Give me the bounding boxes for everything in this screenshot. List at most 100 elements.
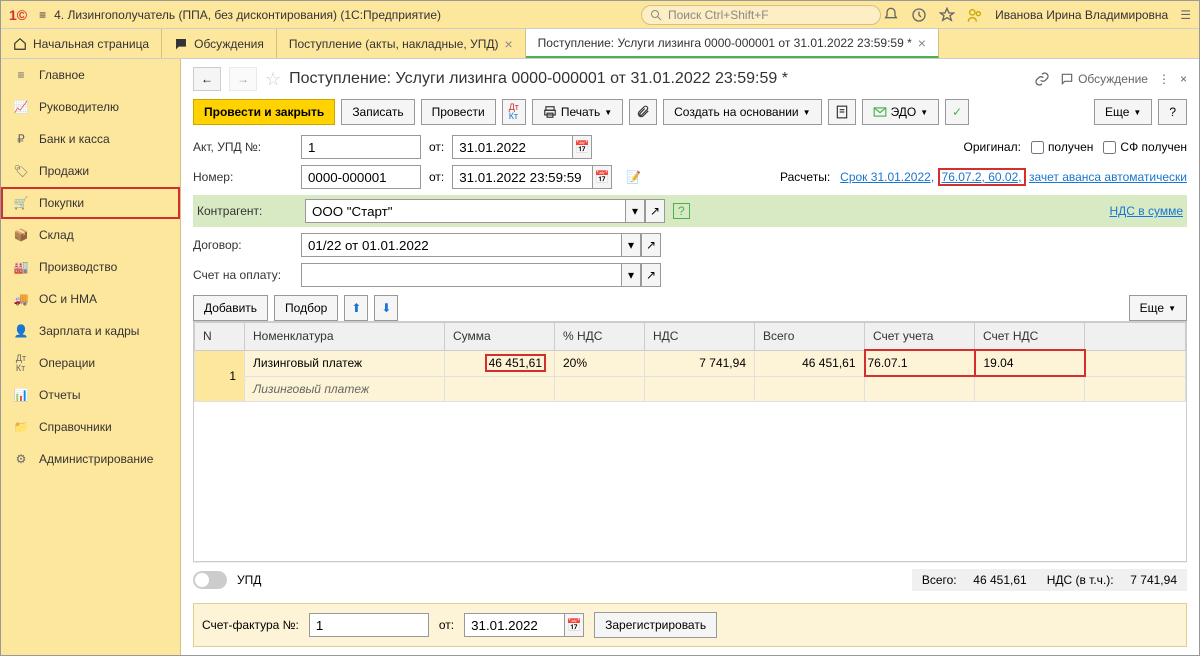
favorite-star-icon[interactable]: ☆ — [265, 69, 281, 90]
sidebar-item-main[interactable]: ≡Главное — [1, 59, 180, 91]
link-icon[interactable] — [1034, 71, 1050, 87]
col-total[interactable]: Всего — [755, 323, 865, 351]
row-nomen[interactable]: Лизинговый платеж — [245, 350, 445, 376]
help-button[interactable]: ? — [1158, 99, 1187, 125]
nav-back-button[interactable]: ← — [193, 67, 221, 91]
register-button[interactable]: Зарегистрировать — [594, 612, 717, 638]
dtkt-button[interactable]: ДтКт — [502, 99, 526, 125]
row-vat-pct[interactable]: 20% — [555, 350, 645, 376]
nds-link[interactable]: НДС в сумме — [1109, 204, 1183, 218]
col-nomen[interactable]: Номенклатура — [245, 323, 445, 351]
report-button[interactable] — [828, 99, 856, 125]
sf-received-checkbox[interactable]: СФ получен — [1103, 140, 1187, 154]
col-n[interactable]: N — [195, 323, 245, 351]
calendar-icon[interactable]: 📅 — [572, 135, 592, 159]
sidebar-item-hr[interactable]: 👤Зарплата и кадры — [1, 315, 180, 347]
close-doc-icon[interactable]: × — [1180, 72, 1187, 86]
sidebar-item-directories[interactable]: 📁Справочники — [1, 411, 180, 443]
table-more-button[interactable]: Еще▼ — [1129, 295, 1187, 321]
sidebar-item-assets[interactable]: 🚚ОС и НМА — [1, 283, 180, 315]
nav-forward-button[interactable]: → — [229, 67, 257, 91]
table-row[interactable]: 1 Лизинговый платеж 46 451,61 20% 7 741,… — [195, 350, 1186, 376]
calendar-icon[interactable]: 📅 — [592, 165, 612, 189]
more-menu-icon[interactable]: ⋮ — [1158, 72, 1170, 86]
calendar-icon[interactable]: 📅 — [564, 613, 584, 637]
col-vat[interactable]: НДС — [645, 323, 755, 351]
act-no-input[interactable] — [301, 135, 421, 159]
col-vat-acc[interactable]: Счет НДС — [975, 323, 1085, 351]
check-button[interactable]: ✓ — [945, 99, 969, 125]
kontragent-input[interactable] — [305, 199, 625, 223]
print-button[interactable]: Печать▼ — [532, 99, 623, 125]
user-menu-icon[interactable]: ☰ — [1180, 8, 1191, 22]
number-input[interactable] — [301, 165, 421, 189]
tab-current-doc[interactable]: Поступление: Услуги лизинга 0000-000001 … — [526, 29, 939, 58]
edo-button[interactable]: ЭДО▼ — [862, 99, 940, 125]
open-icon[interactable]: ↗ — [641, 263, 661, 287]
users-icon[interactable] — [967, 7, 983, 23]
green-edit-icon[interactable]: 📝 — [626, 170, 641, 184]
received-checkbox[interactable]: получен — [1031, 140, 1093, 154]
original-label: Оригинал: — [964, 140, 1021, 154]
act-date-input[interactable]: 📅 — [452, 135, 592, 159]
row-acc[interactable]: 76.07.1 — [865, 350, 975, 376]
user-name[interactable]: Иванова Ирина Владимировна — [995, 8, 1168, 22]
upd-toggle[interactable] — [193, 571, 227, 589]
star-icon[interactable] — [939, 7, 955, 23]
act-label: Акт, УПД №: — [193, 140, 293, 154]
history-icon[interactable] — [911, 7, 927, 23]
invoice-no-input[interactable] — [309, 613, 429, 637]
discuss-button[interactable]: Обсуждение — [1060, 72, 1148, 86]
table-row-sub[interactable]: Лизинговый платеж — [195, 376, 1186, 401]
open-icon[interactable]: ↗ — [645, 199, 665, 223]
dogovor-input[interactable] — [301, 233, 621, 257]
post-close-button[interactable]: Провести и закрыть — [193, 99, 335, 125]
tab-home[interactable]: Начальная страница — [1, 29, 162, 58]
tab-discussions[interactable]: Обсуждения — [162, 29, 277, 58]
dropdown-icon[interactable]: ▾ — [621, 233, 641, 257]
close-icon[interactable]: × — [504, 36, 512, 52]
sidebar-item-purchases[interactable]: 🛒Покупки — [1, 187, 180, 219]
invoice-date-input[interactable]: 📅 — [464, 613, 584, 637]
row-vat-acc[interactable]: 19.04 — [975, 350, 1085, 376]
move-up-button[interactable]: ⬆ — [344, 295, 368, 321]
menu-icon[interactable]: ≡ — [39, 8, 46, 22]
attach-button[interactable] — [629, 99, 657, 125]
row-vat[interactable]: 7 741,94 — [645, 350, 755, 376]
sidebar-item-production[interactable]: 🏭Производство — [1, 251, 180, 283]
create-based-button[interactable]: Создать на основании▼ — [663, 99, 821, 125]
add-row-button[interactable]: Добавить — [193, 295, 268, 321]
row-total[interactable]: 46 451,61 — [755, 350, 865, 376]
bell-icon[interactable] — [883, 7, 899, 23]
sidebar-item-operations[interactable]: ДтКтОперации — [1, 347, 180, 379]
search-input[interactable]: Поиск Ctrl+Shift+F — [641, 5, 881, 25]
dropdown-icon[interactable]: ▾ — [625, 199, 645, 223]
tab-receipts[interactable]: Поступление (акты, накладные, УПД) × — [277, 29, 526, 58]
folder-icon: 📁 — [13, 419, 29, 435]
sidebar-item-manager[interactable]: 📈Руководителю — [1, 91, 180, 123]
col-sum[interactable]: Сумма — [445, 323, 555, 351]
schet-input[interactable] — [301, 263, 621, 287]
sidebar-item-bank[interactable]: ₽Банк и касса — [1, 123, 180, 155]
sidebar-item-reports[interactable]: 📊Отчеты — [1, 379, 180, 411]
close-icon[interactable]: × — [918, 35, 926, 51]
more-button[interactable]: Еще▼ — [1094, 99, 1152, 125]
open-icon[interactable]: ↗ — [641, 233, 661, 257]
select-button[interactable]: Подбор — [274, 295, 338, 321]
help-icon[interactable]: ? — [673, 203, 690, 219]
calc-link-date[interactable]: Срок 31.01.2022, — [840, 170, 934, 184]
calc-link-accounts[interactable]: 76.07.2, 60.02, — [938, 168, 1026, 186]
sidebar-item-warehouse[interactable]: 📦Склад — [1, 219, 180, 251]
move-down-button[interactable]: ⬇ — [374, 295, 398, 321]
calc-link-advance[interactable]: зачет аванса автоматически — [1029, 170, 1187, 184]
row-sum[interactable]: 46 451,61 — [485, 354, 546, 372]
post-button[interactable]: Провести — [421, 99, 496, 125]
number-date-input[interactable]: 📅 — [452, 165, 612, 189]
sidebar-item-admin[interactable]: ⚙Администрирование — [1, 443, 180, 475]
col-vat-pct[interactable]: % НДС — [555, 323, 645, 351]
col-acc[interactable]: Счет учета — [865, 323, 975, 351]
dropdown-icon[interactable]: ▾ — [621, 263, 641, 287]
row-nomen-sub[interactable]: Лизинговый платеж — [245, 376, 445, 401]
save-button[interactable]: Записать — [341, 99, 414, 125]
sidebar-item-sales[interactable]: 🏷Продажи — [1, 155, 180, 187]
